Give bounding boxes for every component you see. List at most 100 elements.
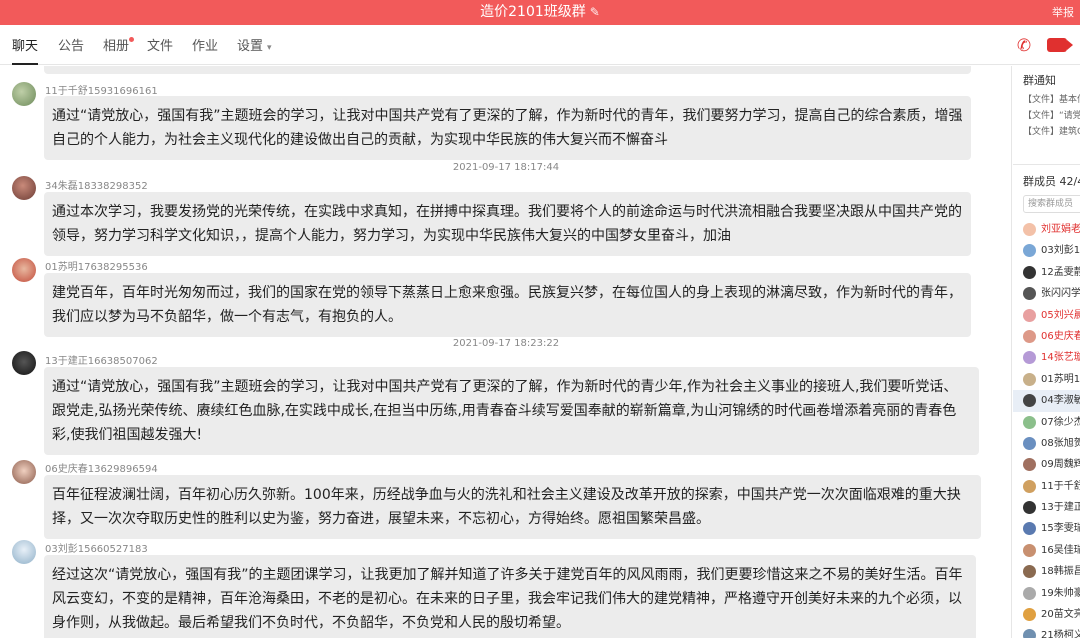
group-notice-title[interactable]: 群通知 [1013,72,1080,88]
member-item[interactable]: 03刘彭15 [1013,240,1080,261]
member-name: 06史庆春 [1041,330,1080,342]
member-avatar [1023,458,1036,472]
avatar[interactable] [12,82,36,106]
member-item[interactable]: 04李淑敏 [1013,390,1080,412]
member-item[interactable]: 07徐少杰 [1013,412,1080,433]
group-name: 造价2101班级群 [480,4,586,20]
tab-settings[interactable]: 设置 ▾ [237,25,272,65]
sender-name[interactable]: 13于建正16638507062 [45,352,158,367]
tab-bar: 聊天 公告 相册 文件 作业 设置 ▾ ✆ [0,25,1080,65]
member-name: 15李雯瑞 [1041,523,1080,535]
member-avatar [1023,565,1036,579]
member-avatar [1023,501,1036,515]
member-avatar [1023,543,1036,557]
notice-item[interactable]: 【文件】“请党 [1013,108,1080,124]
member-item[interactable]: 20苗文亮 [1013,604,1080,625]
member-avatar [1023,415,1036,429]
notice-item[interactable]: 【文件】建筑C [1013,124,1080,140]
avatar[interactable] [12,351,36,375]
member-name: 20苗文亮 [1041,609,1080,621]
member-avatar [1023,372,1036,386]
member-search-input[interactable]: 搜索群成员 [1023,195,1080,213]
message-bubble: 通过本次学习，我要发扬党的光荣传统，在实践中求真知，在拼搏中探真理。我们要将个人… [44,192,971,256]
member-item[interactable]: 刘亚娟老 [1013,219,1080,240]
report-link[interactable]: 举报 [1052,0,1074,25]
tab-album[interactable]: 相册 [103,25,135,65]
member-item[interactable]: 09周魏辉 [1013,454,1080,475]
member-item[interactable]: 11于千舒 [1013,476,1080,497]
tab-homework[interactable]: 作业 [192,25,218,65]
member-avatar [1023,308,1036,322]
sender-name[interactable]: 11于千舒15931696161 [45,82,158,97]
avatar[interactable] [12,460,36,484]
tab-announcement[interactable]: 公告 [58,25,84,65]
tab-chat[interactable]: 聊天 [12,25,39,65]
notice-item[interactable]: 【文件】基本信 [1013,92,1080,108]
divider [1011,66,1012,638]
member-avatar [1023,629,1036,638]
member-avatar [1023,394,1036,408]
member-avatar [1023,265,1036,279]
member-list: 刘亚娟老 03刘彭15 12孟雯静张闪闪学 05刘兴晨 06史庆春 14张艺璇 01苏明17… [1013,219,1080,638]
member-name: 16吴佳瑞 [1041,544,1080,556]
member-item[interactable]: 19朱帅豪 [1013,583,1080,604]
timestamp: 2021-09-17 18:23:22 [452,338,560,349]
member-item[interactable]: 13于建正 [1013,497,1080,518]
sender-name[interactable]: 34朱磊18338298352 [45,177,148,192]
member-item[interactable]: 15李雯瑞 [1013,518,1080,539]
member-name: 张闪闪学 [1041,288,1080,300]
member-item[interactable]: 14张艺璇 [1013,347,1080,368]
member-name: 09周魏辉 [1041,459,1080,471]
member-avatar [1023,351,1036,365]
member-avatar [1023,329,1036,343]
sender-name[interactable]: 03刘彭15660527183 [45,540,148,555]
video-call-icon[interactable] [1047,38,1067,52]
member-item[interactable]: 01苏明17 [1013,369,1080,390]
tab-settings-label: 设置 [237,39,264,54]
message-bubble: 百年征程波澜壮阔，百年初心历久弥新。100年来，历经战争血与火的洗礼和社会主义建… [44,475,981,539]
member-name: 14张艺璇 [1041,352,1080,364]
member-item[interactable]: 21杨柯义 [1013,625,1080,638]
avatar[interactable] [12,540,36,564]
timestamp: 2021-09-17 18:17:44 [452,162,560,173]
message-bubble: 建党百年，百年时光匆匆而过，我们的国家在党的领导下蒸蒸日上愈来愈强。民族复兴梦，… [44,273,971,337]
member-avatar [1023,287,1036,301]
tab-files[interactable]: 文件 [147,25,173,65]
member-name: 11于千舒 [1041,480,1080,492]
phone-icon[interactable]: ✆ [1012,35,1036,57]
member-item[interactable]: 张闪闪学 [1013,283,1080,304]
member-item[interactable]: 12孟雯静 [1013,262,1080,283]
avatar[interactable] [12,258,36,282]
member-item[interactable]: 06史庆春 [1013,326,1080,347]
avatar[interactable] [12,176,36,200]
member-name: 08张旭贺 [1041,437,1080,449]
sender-name[interactable]: 06史庆春13629896594 [45,460,158,475]
divider [1013,164,1080,165]
member-name: 18韩振昌 [1041,566,1080,578]
edit-icon[interactable]: ✎ [590,0,600,25]
previous-message-bubble [44,66,971,74]
message-bubble: 通过“请党放心，强国有我”主题班会的学习，让我对中国共产党有了更深的了解，作为新… [44,367,979,455]
member-avatar [1023,479,1036,493]
message-bubble: 经过这次“请党放心，强国有我”的主题团课学习，让我更加了解并知道了许多关于建党百… [44,555,976,638]
member-name: 04李淑敏 [1041,395,1080,407]
member-item[interactable]: 18韩振昌 [1013,561,1080,582]
member-name: 07徐少杰 [1041,416,1080,428]
group-side-panel: 群通知 【文件】基本信 【文件】“请党 【文件】建筑C 群成员 42/4 搜索群… [1013,66,1080,638]
chat-area[interactable]: 11于千舒15931696161 通过“请党放心，强国有我”主题班会的学习，让我… [0,66,1012,638]
member-item[interactable]: 05刘兴晨 [1013,305,1080,326]
member-avatar [1023,223,1036,236]
tab-album-label: 相册 [103,39,130,54]
member-item[interactable]: 16吴佳瑞 [1013,540,1080,561]
member-item[interactable]: 08张旭贺 [1013,433,1080,454]
member-name: 12孟雯静 [1041,266,1080,278]
member-name: 13于建正 [1041,502,1080,514]
member-avatar [1023,608,1036,622]
chevron-down-icon: ▾ [267,43,272,53]
sender-name[interactable]: 01苏明17638295536 [45,258,148,273]
member-avatar [1023,586,1036,600]
title-bar: 造价2101班级群 ✎ 举报 [0,0,1080,25]
member-avatar [1023,522,1036,536]
window-title: 造价2101班级群 ✎ [0,0,1080,25]
member-name: 05刘兴晨 [1041,309,1080,321]
